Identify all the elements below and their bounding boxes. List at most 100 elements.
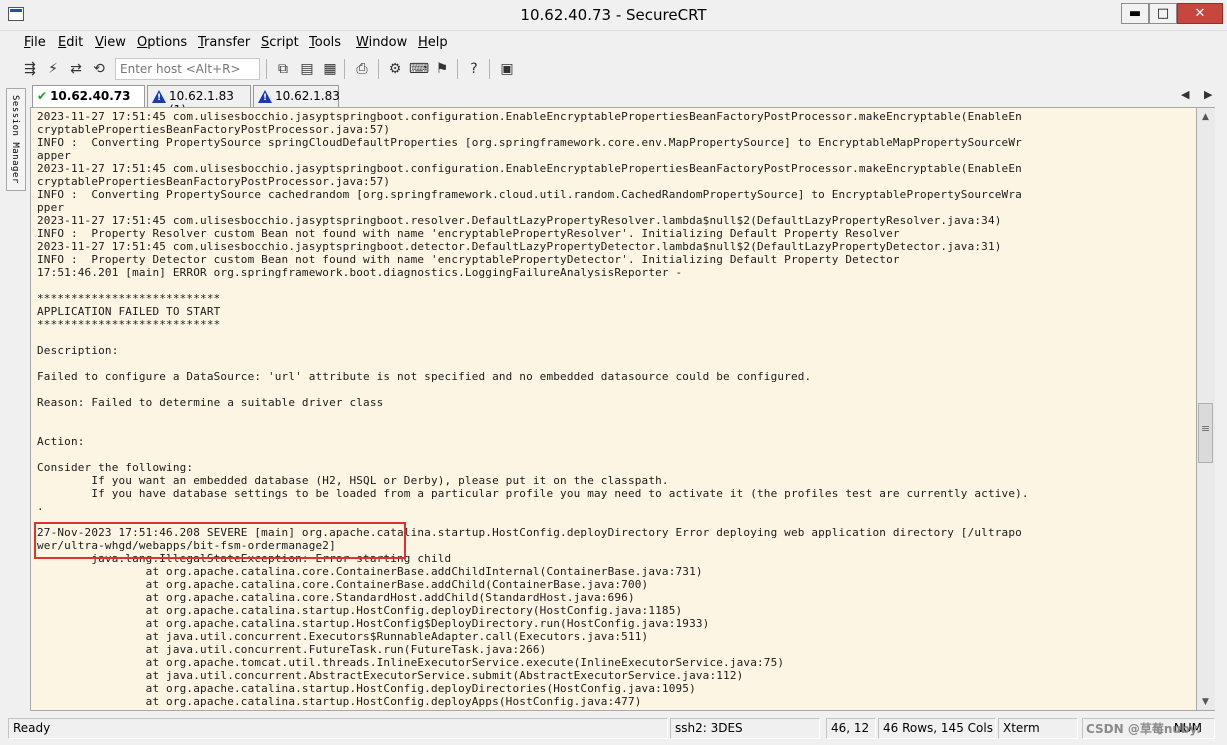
- menu-script[interactable]: Script: [261, 35, 299, 50]
- terminal-scrollbar[interactable]: ▲ ▼: [1197, 107, 1215, 711]
- connected-check-icon: ✔: [37, 89, 48, 103]
- clipboard-icon[interactable]: ▦: [320, 59, 340, 79]
- terminal-line: 17:51:46.201 [main] ERROR org.springfram…: [37, 266, 683, 279]
- terminal-line: at org.apache.catalina.startup.HostConfi…: [37, 604, 683, 617]
- settings-icon[interactable]: ⚙: [385, 59, 405, 79]
- terminal-line: at org.apache.catalina.core.StandardHost…: [37, 591, 635, 604]
- menu-file[interactable]: File: [24, 35, 46, 50]
- terminal-line: Description:: [37, 344, 119, 357]
- terminal-line: APPLICATION FAILED TO START: [37, 305, 221, 318]
- session-manager-tab[interactable]: Session Manager: [6, 88, 26, 191]
- menu-tools[interactable]: Tools: [309, 35, 341, 50]
- terminal-line: INFO : Converting PropertySource cachedr…: [37, 188, 1022, 201]
- terminal-line: If you have database settings to be load…: [37, 487, 1029, 500]
- terminal-line: INFO : Converting PropertySource springC…: [37, 136, 1022, 149]
- close-button[interactable]: ✕: [1177, 3, 1223, 24]
- terminal-line: 2023-11-27 17:51:45 com.ulisesbocchio.ja…: [37, 110, 1022, 123]
- terminal-line: cryptablePropertiesBeanFactoryPostProces…: [37, 175, 391, 188]
- disconnect-icon[interactable]: ⟲: [89, 59, 109, 79]
- terminal-line: 2023-11-27 17:51:45 com.ulisesbocchio.ja…: [37, 240, 1002, 253]
- terminal-line: INFO : Property Resolver custom Bean not…: [37, 227, 900, 240]
- maximize-button[interactable]: □: [1149, 3, 1177, 24]
- tab-scroll-right-icon[interactable]: ▶: [1204, 88, 1212, 101]
- tab-10-62-1-83[interactable]: 10.62.1.83: [253, 85, 340, 107]
- tab-10-62-1-83-1[interactable]: 10.62.1.83 (1): [147, 85, 251, 117]
- status-bar: Ready ssh2: 3DES 46, 12 46 Rows, 145 Col…: [0, 715, 1227, 745]
- terminal-line: at org.apache.tomcat.util.threads.Inline…: [37, 656, 785, 669]
- terminal-line: at java.util.concurrent.FutureTask.run(F…: [37, 643, 547, 656]
- about-icon[interactable]: ▣: [497, 59, 517, 79]
- terminal-line: at org.apache.catalina.startup.HostConfi…: [37, 617, 710, 630]
- menu-window[interactable]: Window: [356, 35, 407, 50]
- session-manager-label: Session Manager: [10, 95, 20, 184]
- warning-icon: [152, 90, 166, 103]
- menu-help[interactable]: Help: [418, 35, 448, 50]
- terminal-line: INFO : Property Detector custom Bean not…: [37, 253, 900, 266]
- window-title: 10.62.40.73 - SecureCRT: [520, 6, 707, 24]
- terminal-line: Failed to configure a DataSource: 'url' …: [37, 370, 812, 383]
- copy-icon[interactable]: ⧉: [273, 59, 293, 79]
- connect-icon[interactable]: ⇶: [20, 59, 40, 79]
- terminal-line: 2023-11-27 17:51:45 com.ulisesbocchio.ja…: [37, 214, 1002, 227]
- status-cursor: 46, 12: [826, 718, 876, 739]
- terminal-line: If you want an embedded database (H2, HS…: [37, 474, 669, 487]
- terminal-line: pper: [37, 201, 65, 214]
- status-size: 46 Rows, 145 Cols: [878, 718, 996, 739]
- csdn-watermark: CSDN @草莓nuby.: [1086, 722, 1201, 736]
- terminal-line: at org.apache.catalina.core.ContainerBas…: [37, 565, 703, 578]
- status-emulation: Xterm: [998, 718, 1078, 739]
- scroll-up-icon[interactable]: ▲: [1197, 108, 1214, 125]
- terminal-line: ***************************: [37, 318, 221, 331]
- scroll-thumb[interactable]: [1198, 403, 1213, 463]
- tab-label: 10.62.1.83: [275, 89, 340, 103]
- paste-icon[interactable]: ▤: [297, 59, 317, 79]
- toolbar-separator: [344, 59, 345, 79]
- quick-connect-icon[interactable]: ⚡: [43, 59, 63, 79]
- tab-scroll-left-icon[interactable]: ◀: [1181, 88, 1189, 101]
- terminal-line: Action:: [37, 435, 85, 448]
- tab-label: 10.62.40.73: [50, 89, 131, 103]
- terminal-line: Reason: Failed to determine a suitable d…: [37, 396, 384, 409]
- terminal-line: Consider the following:: [37, 461, 194, 474]
- menu-edit[interactable]: Edit: [58, 35, 83, 50]
- terminal-line: apper: [37, 149, 71, 162]
- menu-options[interactable]: Options: [137, 35, 187, 50]
- terminal-line: at org.apache.catalina.startup.HostConfi…: [37, 695, 642, 708]
- keymap-icon[interactable]: ⌨: [409, 59, 429, 79]
- reconnect-icon[interactable]: ⇄: [66, 59, 86, 79]
- terminal-output[interactable]: 2023-11-27 17:51:45 com.ulisesbocchio.ja…: [30, 107, 1197, 711]
- menu-view[interactable]: View: [95, 35, 126, 50]
- help-icon[interactable]: ?: [464, 59, 484, 79]
- terminal-line: cryptablePropertiesBeanFactoryPostProces…: [37, 123, 391, 136]
- terminal-line: ***************************: [37, 292, 221, 305]
- toolbar-separator: [378, 59, 379, 79]
- terminal-line: at org.apache.catalina.startup.HostConfi…: [37, 682, 696, 695]
- error-highlight-box: [34, 522, 406, 559]
- menu-transfer[interactable]: Transfer: [198, 35, 250, 50]
- terminal-line: .: [37, 500, 44, 513]
- terminal-line: 2023-11-27 17:51:45 com.ulisesbocchio.ja…: [37, 162, 1022, 175]
- terminal-line: at java.util.concurrent.Executors$Runnab…: [37, 630, 649, 643]
- toolbar: ⇶ ⚡ ⇄ ⟲ ⧉ ▤ ▦ ⎙ ⚙ ⌨ ⚑ ? ▣: [0, 55, 1227, 83]
- print-icon[interactable]: ⎙: [352, 59, 372, 79]
- tab-10-62-40-73[interactable]: ✔ 10.62.40.73: [32, 85, 145, 108]
- warning-icon: [258, 90, 272, 103]
- scroll-down-icon[interactable]: ▼: [1197, 693, 1214, 710]
- minimize-button[interactable]: ▬: [1121, 3, 1149, 24]
- terminal-line: at org.apache.catalina.core.ContainerBas…: [37, 578, 649, 591]
- host-input[interactable]: [115, 58, 260, 80]
- toolbar-separator: [266, 59, 267, 79]
- menu-bar: File Edit View Options Transfer Script T…: [0, 32, 1227, 54]
- status-protocol: ssh2: 3DES: [670, 718, 820, 739]
- terminal-line: at java.util.concurrent.AbstractExecutor…: [37, 669, 744, 682]
- session-tab-bar: ✔ 10.62.40.73 10.62.1.83 (1) 10.62.1.83 …: [30, 85, 1227, 117]
- toolbar-separator: [457, 59, 458, 79]
- sftp-icon[interactable]: ⚑: [432, 59, 452, 79]
